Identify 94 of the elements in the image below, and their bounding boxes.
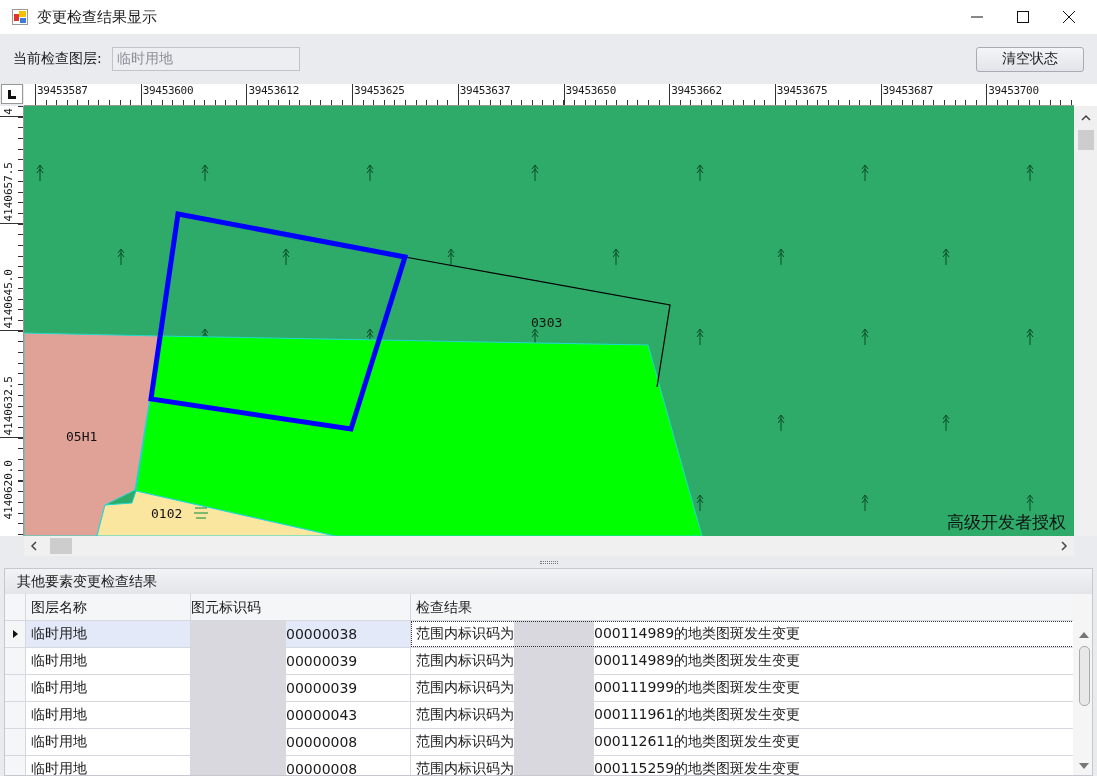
parcel-label: 0303 [531,315,563,330]
table-cell: 范围内标识码为 [416,625,514,643]
clear-status-button[interactable]: 清空状态 [976,46,1084,72]
table-row[interactable]: 临时用地 00000039 范围内标识码为 000114989的地类图斑发生变更 [5,648,1073,675]
table-cell: 00000039 [286,680,358,696]
tree-symbol-icon [201,164,209,182]
tree-symbol-icon [447,248,455,266]
close-icon[interactable] [1063,11,1075,23]
results-panel-title: 其他要素变更检查结果 [5,569,1092,594]
table-cell: 00000008 [286,734,358,750]
vertical-scrollbar[interactable] [1074,106,1097,536]
tree-symbol-icon [696,164,704,182]
horizontal-scrollbar[interactable] [24,536,1074,556]
scrollbar-thumb[interactable] [1078,646,1090,706]
table-cell: 00000043 [286,707,358,723]
table-row[interactable]: 临时用地 00000043 范围内标识码为 000111961的地类图斑发生变更 [5,702,1073,729]
tree-symbol-icon [696,494,704,512]
table-cell: 范围内标识码为 [416,733,514,751]
ruler-label: 39453650 [564,84,618,97]
tree-symbol-icon [861,494,869,512]
scrollbar-thumb[interactable] [50,538,72,554]
ruler-label: 39453662 [670,84,723,97]
table-cell: 临时用地 [31,625,87,643]
ruler-label: 4140645.0 [2,269,15,331]
tree-symbol-icon [777,248,785,266]
vertical-scrollbar[interactable] [1073,594,1092,775]
ruler-label: 39453587 [36,84,89,97]
parcel-label: 05H1 [66,429,98,444]
tree-symbol-icon [942,414,950,432]
ruler-label: 39453625 [353,84,406,97]
table-cell: 00000038 [286,626,358,642]
table-row[interactable]: 临时用地 00000039 范围内标识码为 000111999的地类图斑发生变更 [5,675,1073,702]
ruler-label: 4 [2,108,15,117]
ruler-label: 39453687 [881,84,935,97]
ruler-label: 39453675 [775,84,829,97]
scroll-up-icon[interactable] [1079,632,1089,638]
ruler-label: 39453700 [987,84,1040,97]
ruler-label: 39453612 [247,84,300,97]
column-header[interactable]: 图层名称 [26,594,191,620]
parcel-label: 0102 [151,506,183,521]
tree-symbol-icon [861,328,869,346]
tree-symbol-icon [777,414,785,432]
ruler-label: 4140632.5 [2,376,15,438]
table-cell: 范围内标识码为 [416,760,514,775]
table-cell: 临时用地 [31,706,87,724]
ruler-label: 4140620.0 [2,460,15,522]
tree-symbol-icon [117,248,125,266]
tree-symbol-icon [531,164,539,182]
table-cell: 范围内标识码为 [416,652,514,670]
row-header[interactable] [5,621,26,647]
table-cell: 00000008 [286,761,358,775]
table-cell: 000114989的地类图斑发生变更 [594,625,801,643]
scroll-up-icon[interactable] [1080,114,1091,122]
grass-symbol-icon [193,507,209,519]
scrollbar-thumb[interactable] [1077,130,1094,150]
scroll-right-icon[interactable] [1060,541,1068,551]
table-row[interactable]: 临时用地 00000008 范围内标识码为 000115259的地类图斑发生变更 [5,756,1073,775]
ruler-label: 39453637 [458,84,512,97]
table-cell: 临时用地 [31,679,87,697]
license-text: 高级开发者授权 [947,512,1066,532]
tree-symbol-icon [1026,328,1034,346]
table-row[interactable]: 临时用地 00000008 范围内标识码为 000112611的地类图斑发生变更 [5,729,1073,756]
tree-symbol-icon [282,248,290,266]
table-cell: 00000039 [286,653,358,669]
current-row-icon [12,630,18,638]
tree-symbol-icon [1026,494,1034,512]
table-cell: 临时用地 [31,652,87,670]
table-cell: 000112611的地类图斑发生变更 [594,733,801,751]
scroll-down-icon[interactable] [1079,763,1089,769]
tree-symbol-icon [696,328,704,346]
window-title: 变更检查结果显示 [37,7,157,27]
table-cell: 000111961的地类图斑发生变更 [594,706,801,724]
maximize-icon[interactable] [1017,11,1029,23]
table-cell: 临时用地 [31,760,87,775]
table-row[interactable]: 临时用地 00000038 范围内标识码为 000114989的地类图斑发生变更 [5,621,1073,648]
app-icon [12,9,28,25]
table-cell: 000111999的地类图斑发生变更 [594,679,801,697]
table-cell: 范围内标识码为 [416,679,514,697]
tree-symbol-icon [861,164,869,182]
tree-symbol-icon [1026,164,1034,182]
layer-label: 当前检查图层: [13,50,102,68]
table-cell: 临时用地 [31,733,87,751]
tree-symbol-icon [942,248,950,266]
table-cell: 000115259的地类图斑发生变更 [594,760,801,775]
column-header[interactable]: 图元标识码 [191,594,411,620]
ruler-label: 39453600 [141,84,195,97]
tree-symbol-icon [612,248,620,266]
ruler-label: 4140657.5 [2,162,15,224]
scroll-left-icon[interactable] [30,541,38,551]
table-cell: 000114989的地类图斑发生变更 [594,652,801,670]
table-cell: 范围内标识码为 [416,706,514,724]
tree-symbol-icon [36,164,44,182]
tree-symbol-icon [366,164,374,182]
splitter-grip[interactable] [539,560,558,564]
